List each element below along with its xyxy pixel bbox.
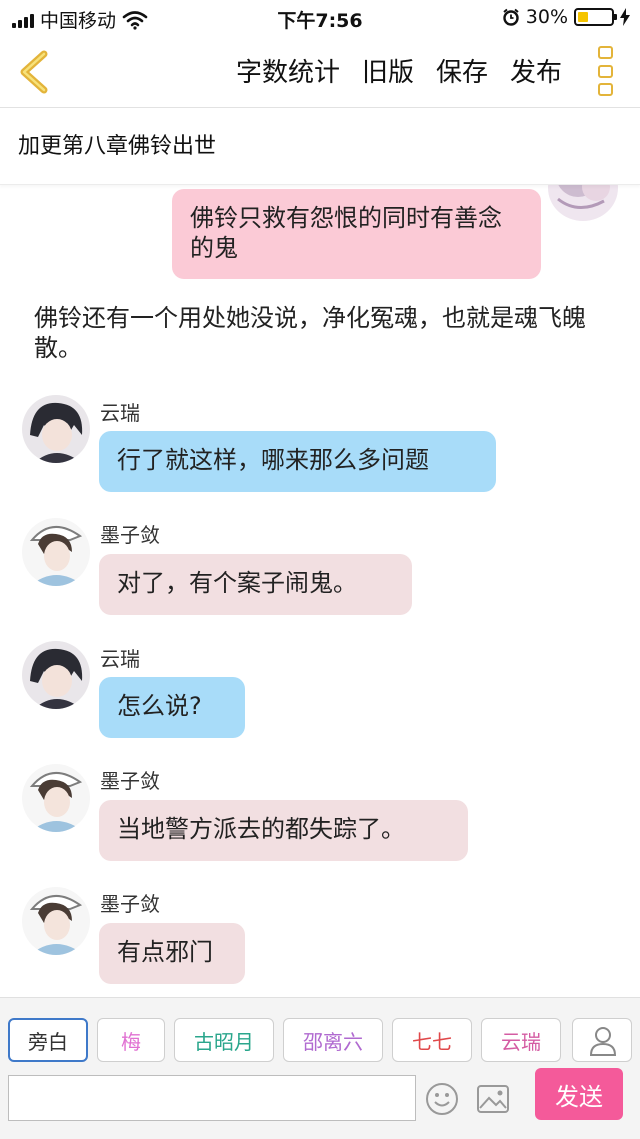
save-button[interactable]: 保存 — [436, 52, 488, 89]
character-chip[interactable]: 梅 — [97, 1018, 165, 1062]
message-text: 对了，有个案子闹鬼。 — [117, 569, 357, 597]
avatar-mozilian[interactable] — [22, 518, 90, 586]
chip-label: 邵离六 — [303, 1029, 363, 1054]
send-button[interactable]: 发送 — [535, 1068, 623, 1120]
old-version-button[interactable]: 旧版 — [362, 52, 414, 89]
message-bubble[interactable]: 怎么说? — [99, 677, 245, 738]
message-text: 行了就这样，哪来那么多问题 — [117, 446, 429, 474]
chip-label: 旁白 — [28, 1029, 68, 1054]
chip-label: 古昭月 — [194, 1029, 254, 1054]
nav-bar: 字数统计 旧版 保存 发布 — [0, 36, 640, 108]
more-menu-icon[interactable] — [598, 46, 618, 96]
character-chip-narrator[interactable]: 旁白 — [8, 1018, 88, 1062]
chat-area: 佛铃只救有怨恨的同时有善念的鬼 佛铃还有一个用处她没说，净化冤魂，也就是魂飞魄散… — [0, 185, 640, 997]
status-right: 30% — [502, 6, 630, 28]
nav-actions: 字数统计 旧版 保存 发布 — [236, 52, 562, 89]
character-chip[interactable]: 古昭月 — [174, 1018, 274, 1062]
word-count-button[interactable]: 字数统计 — [236, 52, 340, 89]
speaker-name: 墨子敛 — [100, 892, 160, 916]
user-icon — [589, 1027, 617, 1056]
back-arrow-icon[interactable] — [14, 50, 54, 94]
battery-percent: 30% — [525, 6, 568, 28]
narration-text[interactable]: 佛铃还有一个用处她没说，净化冤魂，也就是魂飞魄散。 — [34, 303, 614, 363]
message-text: 怎么说? — [117, 692, 202, 720]
message-text: 有点邪门 — [117, 938, 213, 966]
message-text: 佛铃只救有怨恨的同时有善念的鬼 — [190, 204, 502, 262]
message-bubble-self[interactable]: 佛铃只救有怨恨的同时有善念的鬼 — [172, 189, 541, 279]
character-chip[interactable]: 云瑞 — [481, 1018, 561, 1062]
chip-label: 云瑞 — [501, 1029, 541, 1054]
chip-label: 梅 — [121, 1029, 141, 1054]
message-input[interactable] — [8, 1075, 416, 1121]
character-chip[interactable]: 七七 — [392, 1018, 472, 1062]
message-bubble[interactable]: 当地警方派去的都失踪了。 — [99, 800, 468, 861]
chip-label: 七七 — [412, 1029, 452, 1054]
avatar-yunrui[interactable] — [22, 395, 90, 463]
alarm-icon — [503, 8, 519, 26]
character-chip[interactable]: 邵离六 — [283, 1018, 383, 1062]
speaker-name: 云瑞 — [100, 647, 140, 671]
emoji-icon[interactable] — [425, 1082, 459, 1116]
battery-icon — [574, 8, 617, 26]
avatar-yunrui[interactable] — [22, 641, 90, 709]
image-icon[interactable] — [476, 1084, 510, 1114]
message-bubble[interactable]: 行了就这样，哪来那么多问题 — [99, 431, 496, 492]
avatar-self — [548, 185, 618, 221]
publish-button[interactable]: 发布 — [510, 52, 562, 89]
speaker-name: 墨子敛 — [100, 769, 160, 793]
character-selector: 旁白 梅 古昭月 邵离六 七七 云瑞 — [8, 1018, 561, 1062]
avatar-mozilian[interactable] — [22, 887, 90, 955]
speaker-name: 云瑞 — [100, 401, 140, 425]
status-bar: 中国移动 下午7:56 30% — [0, 0, 640, 36]
message-bubble[interactable]: 有点邪门 — [99, 923, 245, 984]
speaker-name: 墨子敛 — [100, 523, 160, 547]
chapter-title[interactable]: 加更第八章佛铃出世 — [0, 109, 640, 185]
message-bubble[interactable]: 对了，有个案子闹鬼。 — [99, 554, 412, 615]
avatar-mozilian[interactable] — [22, 764, 90, 832]
add-character-button[interactable] — [572, 1018, 632, 1062]
charging-icon — [620, 8, 630, 26]
message-text: 当地警方派去的都失踪了。 — [117, 815, 405, 843]
composer-panel: 旁白 梅 古昭月 邵离六 七七 云瑞 发送 — [0, 997, 640, 1139]
